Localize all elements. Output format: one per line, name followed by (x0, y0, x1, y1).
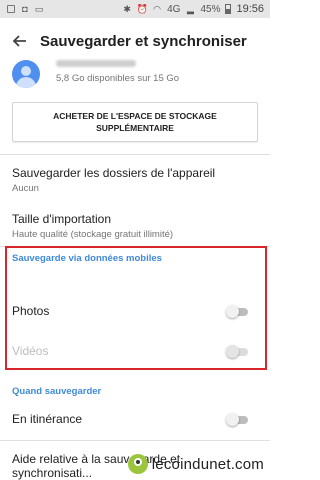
status-bar: ◘ ▭ ✱ ⏰ ◠ 4G ▂ 45% 19:56 (0, 0, 270, 18)
image-icon (6, 4, 16, 14)
backup-folders-title: Sauvegarder les dossiers de l'appareil (12, 166, 216, 180)
clock: 19:56 (236, 3, 264, 15)
watermark: lecoindunet.com (127, 454, 264, 474)
avatar (12, 60, 40, 88)
message-icon: ▭ (34, 3, 44, 14)
notification-icon: ◘ (22, 4, 28, 14)
buy-storage-button[interactable]: ACHETER DE L'ESPACE DE STOCKAGE SUPPLÉME… (12, 102, 258, 142)
upload-size-title: Taille d'importation (12, 212, 112, 226)
roaming-toggle[interactable] (226, 412, 248, 426)
battery-icon (225, 4, 232, 14)
when-section-header: Quand sauvegarder (12, 386, 102, 397)
divider (0, 154, 270, 155)
backup-folders-setting[interactable]: Sauvegarder les dossiers de l'appareil A… (12, 166, 258, 194)
network-type: 4G (167, 3, 181, 15)
backup-folders-value: Aucun (12, 183, 39, 194)
divider (0, 440, 270, 441)
signal-icon: ▂ (186, 3, 194, 14)
battery-percent: 45% (200, 3, 221, 15)
bluetooth-icon: ✱ (123, 3, 131, 14)
upload-size-setting[interactable]: Taille d'importation Haute qualité (stoc… (12, 212, 258, 240)
watermark-text: lecoindunet.com (151, 455, 264, 473)
roaming-toggle-row[interactable]: En itinérance (12, 406, 258, 432)
roaming-label: En itinérance (12, 412, 83, 426)
page-title: Sauvegarder et synchroniser (40, 32, 247, 50)
account-info: 5,8 Go disponibles sur 15 Go (0, 56, 270, 90)
storage-text: 5,8 Go disponibles sur 15 Go (56, 73, 180, 84)
watermark-logo-icon (127, 454, 148, 474)
blurred-email (56, 60, 136, 67)
highlight-box (5, 246, 267, 370)
wifi-icon: ◠ (153, 3, 162, 14)
alarm-icon: ⏰ (136, 3, 148, 14)
upload-size-value: Haute qualité (stockage gratuit illimité… (12, 229, 174, 240)
